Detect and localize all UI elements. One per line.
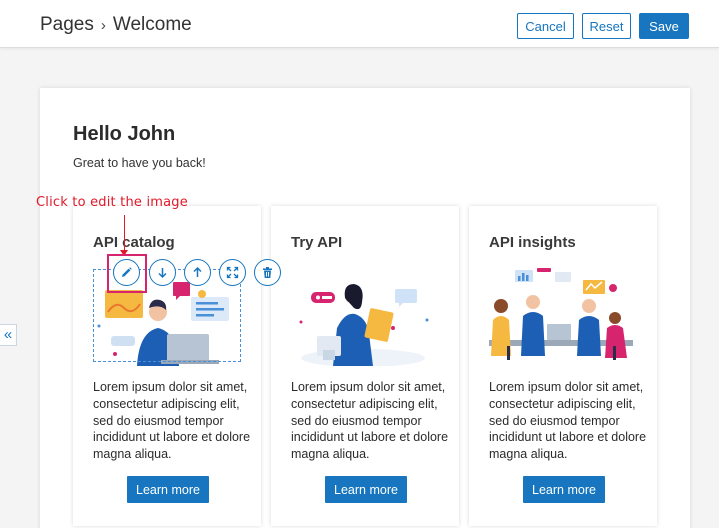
expand-icon [226,266,239,279]
move-down-button[interactable] [149,259,176,286]
sidebar-collapse-button[interactable]: « [0,324,17,346]
expand-image-button[interactable] [219,259,246,286]
breadcrumb-separator: › [100,16,106,34]
double-chevron-left-icon: « [3,326,13,343]
delete-image-button[interactable] [254,259,281,286]
cancel-button[interactable]: Cancel [517,13,574,39]
try-api-illustration[interactable] [289,262,439,366]
annotation-callout: Click to edit the image [36,195,188,210]
card-api-catalog: API catalog Lorem ipsum dolor sit amet, … [73,206,261,526]
card-description: Lorem ipsum dolor sit amet, consectetur … [93,380,251,462]
breadcrumb-pages[interactable]: Pages [40,14,94,36]
card-title: API catalog [93,234,175,251]
page-title: Hello John [73,123,176,145]
card-description: Lorem ipsum dolor sit amet, consectetur … [291,380,449,462]
top-bar: Pages › Welcome Cancel Reset Save [0,0,719,48]
card-title: Try API [291,234,343,251]
breadcrumb-current: Welcome [112,14,192,35]
arrow-down-icon [158,268,167,279]
page-subtitle: Great to have you back! [73,156,206,170]
annotation-line [124,215,125,253]
move-up-button[interactable] [184,259,211,286]
api-insights-illustration[interactable] [487,262,637,366]
reset-button[interactable]: Reset [582,13,631,39]
trash-icon [263,267,272,278]
card-try-api: Try API Lorem ipsum dolor sit amet, cons… [271,206,459,526]
learn-more-button[interactable]: Learn more [325,476,407,503]
annotation-highlight-box [107,254,147,293]
card-description: Lorem ipsum dolor sit amet, consectetur … [489,380,647,462]
learn-more-button[interactable]: Learn more [127,476,209,503]
learn-more-button[interactable]: Learn more [523,476,605,503]
arrow-up-icon [193,266,202,277]
card-api-insights: API insights Lorem ipsum dolor sit amet,… [469,206,657,526]
card-title: API insights [489,234,576,251]
save-button[interactable]: Save [639,13,689,39]
breadcrumb: Pages › Welcome [40,14,192,36]
